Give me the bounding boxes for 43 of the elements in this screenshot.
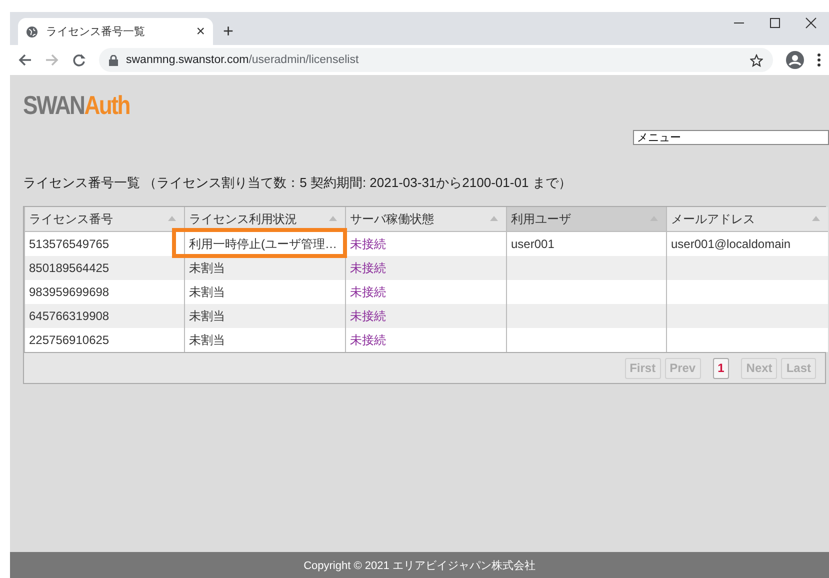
- column-header[interactable]: 利用ユーザ: [506, 207, 666, 232]
- table-cell-text: 未割当: [189, 332, 225, 346]
- lock-icon: [109, 54, 118, 66]
- logo: SWANAuth: [23, 90, 130, 120]
- new-tab-button[interactable]: +: [223, 21, 234, 41]
- back-arrow-icon[interactable]: [18, 53, 32, 67]
- page-number-button[interactable]: 1: [712, 358, 730, 378]
- url-text: swanmng.swanstor.com/useradmin/licenselist: [126, 54, 360, 66]
- status-link[interactable]: 未接続: [350, 260, 386, 274]
- status-link[interactable]: 未接続: [350, 284, 386, 298]
- profile-avatar-icon[interactable]: [786, 51, 804, 69]
- status-link[interactable]: 未接続: [350, 236, 386, 250]
- globe-icon: [26, 26, 38, 38]
- reload-icon[interactable]: [72, 53, 86, 67]
- table-cell-text: 未割当: [189, 284, 225, 298]
- table-cell-text: 645766319908: [29, 309, 110, 323]
- table-cell-text: 利用一時停止(ユーザ管理…: [189, 236, 337, 250]
- menu-dropdown[interactable]: メニュー: [633, 130, 829, 145]
- tab-title: ライセンス番号一覧: [46, 24, 146, 39]
- tab-close-button[interactable]: ×: [196, 23, 205, 40]
- browser-tab[interactable]: ライセンス番号一覧 ×: [18, 18, 213, 45]
- sort-arrow-icon: [329, 216, 337, 221]
- table-cell-text: 850189564425: [29, 261, 110, 275]
- table-cell-text: 未割当: [189, 260, 225, 274]
- table-cell-text: 未割当: [189, 308, 225, 322]
- table-cell-text: user001: [511, 237, 554, 251]
- status-link[interactable]: 未接続: [350, 332, 386, 346]
- column-header[interactable]: メールアドレス: [666, 207, 828, 232]
- column-header[interactable]: ライセンス番号: [24, 207, 184, 232]
- sort-arrow-icon: [168, 216, 176, 221]
- page-heading: ライセンス番号一覧 （ライセンス割り当て数：5 契約期間: 2021-03-31から2100-01-01 まで）: [23, 174, 572, 192]
- table-cell-text: 983959699698: [29, 285, 110, 299]
- star-icon[interactable]: [750, 54, 763, 66]
- more-menu-icon[interactable]: [817, 53, 821, 67]
- address-bar[interactable]: swanmng.swanstor.com/useradmin/licenselist: [99, 48, 773, 72]
- table-cell-text: 225756910625: [29, 333, 110, 347]
- table-cell-text: user001@localdomain: [671, 237, 791, 251]
- column-header[interactable]: サーバ稼働状態: [346, 207, 506, 232]
- table-cell-text: 513576549765: [29, 237, 110, 251]
- sort-arrow-icon: [490, 216, 498, 221]
- copyright-footer: Copyright © 2021 エリアビイジャパン株式会社: [10, 552, 829, 578]
- status-link[interactable]: 未接続: [350, 308, 386, 322]
- sort-arrow-icon: [812, 216, 820, 221]
